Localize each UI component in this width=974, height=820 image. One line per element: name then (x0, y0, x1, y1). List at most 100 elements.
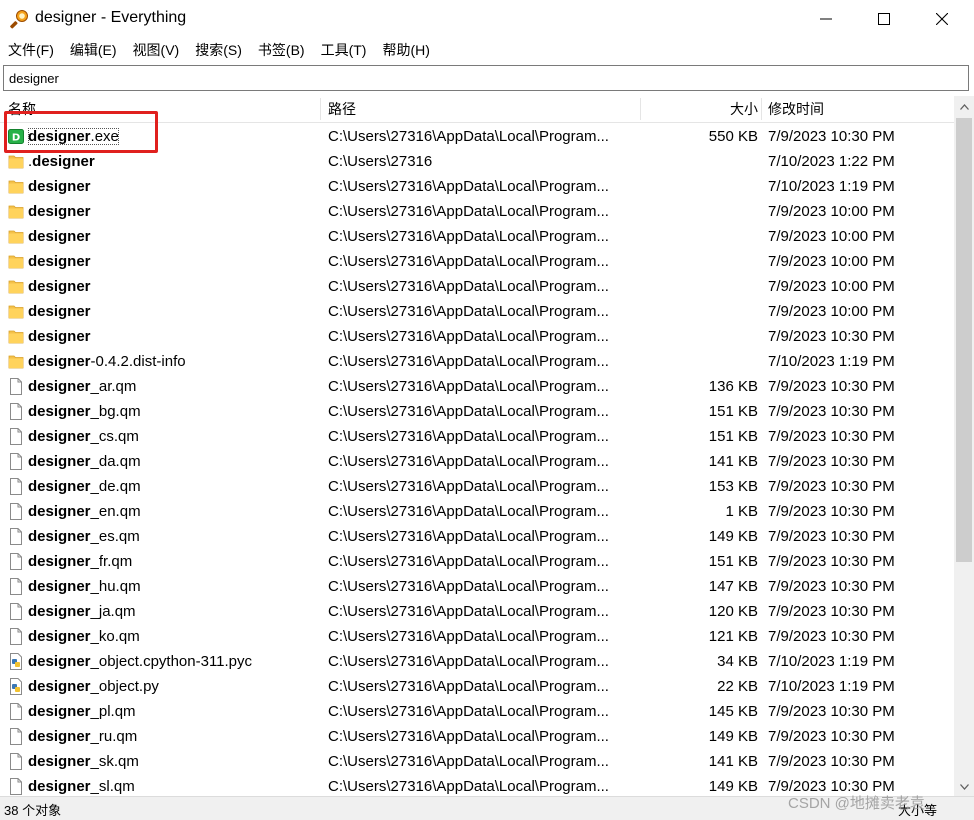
file-icon (8, 428, 24, 445)
row-path: C:\Users\27316 (328, 153, 433, 170)
menu-tools[interactable]: 工具(T) (313, 38, 375, 62)
table-row[interactable]: designer_ru.qm C:\Users\27316\AppData\Loc… (0, 724, 954, 749)
menu-file[interactable]: 文件(F) (0, 38, 62, 62)
menu-view[interactable]: 视图(V) (125, 38, 188, 62)
table-row[interactable]: designer-0.4.2.dist-info C:\Users\27316\A… (0, 349, 954, 374)
table-row[interactable]: .designer C:\Users\27316 7/10/2023 1:22 PM (0, 149, 954, 174)
table-row[interactable]: designer_ar.qm C:\Users\27316\AppData\Loc… (0, 374, 954, 399)
table-row[interactable]: designer C:\Users\27316\AppData\Local\Pro… (0, 174, 954, 199)
menu-bookmarks[interactable]: 书签(B) (250, 38, 313, 62)
table-row[interactable]: designer_da.qm C:\Users\27316\AppData\Loc… (0, 449, 954, 474)
column-divider[interactable] (320, 98, 321, 120)
row-size (640, 299, 758, 324)
row-name: designer_de.qm (28, 478, 141, 495)
folder-icon (8, 178, 24, 195)
row-path: C:\Users\27316\AppData\Local\Program... (328, 503, 609, 520)
menu-search[interactable]: 搜索(S) (187, 38, 250, 62)
file-icon (8, 478, 24, 495)
scroll-thumb[interactable] (956, 118, 972, 562)
row-path: C:\Users\27316\AppData\Local\Program... (328, 228, 609, 245)
column-divider[interactable] (761, 98, 762, 120)
row-modified: 7/9/2023 10:30 PM (768, 553, 895, 570)
table-row[interactable]: designer_en.qm C:\Users\27316\AppData\Loc… (0, 499, 954, 524)
table-row[interactable]: designer_cs.qm C:\Users\27316\AppData\Loc… (0, 424, 954, 449)
row-modified: 7/9/2023 10:00 PM (768, 278, 895, 295)
row-name: designer_sl.qm (28, 778, 135, 795)
search-input[interactable] (4, 66, 968, 90)
table-row[interactable]: designer_ko.qm C:\Users\27316\AppData\Loc… (0, 624, 954, 649)
row-modified: 7/9/2023 10:00 PM (768, 303, 895, 320)
row-path: C:\Users\27316\AppData\Local\Program... (328, 553, 609, 570)
row-path: C:\Users\27316\AppData\Local\Program... (328, 203, 609, 220)
table-row[interactable]: designer C:\Users\27316\AppData\Local\Pro… (0, 224, 954, 249)
vertical-scrollbar[interactable] (954, 96, 974, 796)
row-name: designer_hu.qm (28, 578, 141, 595)
row-size (640, 174, 758, 199)
window-title: designer - Everything (35, 9, 187, 26)
row-path: C:\Users\27316\AppData\Local\Program... (328, 778, 609, 795)
file-icon (8, 553, 24, 570)
table-row[interactable]: Ddesigner.exe C:\Users\27316\AppData\Loca… (0, 124, 954, 149)
row-size: 147 KB (708, 578, 758, 595)
table-row[interactable]: designer C:\Users\27316\AppData\Local\Pro… (0, 299, 954, 324)
table-row[interactable]: designer_ja.qm C:\Users\27316\AppData\Loc… (0, 599, 954, 624)
maximize-button[interactable] (861, 0, 907, 38)
folder-icon (8, 203, 24, 220)
menu-help[interactable]: 帮助(H) (374, 38, 437, 62)
table-row[interactable]: designer_object.py C:\Users\27316\AppData… (0, 674, 954, 699)
close-button[interactable] (919, 0, 965, 38)
scroll-down-button[interactable] (954, 776, 974, 796)
table-row[interactable]: designer_bg.qm C:\Users\27316\AppData\Loc… (0, 399, 954, 424)
scroll-up-button[interactable] (954, 96, 974, 116)
everything-app-icon (10, 9, 30, 29)
row-path: C:\Users\27316\AppData\Local\Program... (328, 603, 609, 620)
row-name: designer_da.qm (28, 453, 141, 470)
table-row[interactable]: designer_pl.qm C:\Users\27316\AppData\Loc… (0, 699, 954, 724)
file-icon (8, 753, 24, 770)
table-row[interactable]: designer_sk.qm C:\Users\27316\AppData\Loc… (0, 749, 954, 774)
row-path: C:\Users\27316\AppData\Local\Program... (328, 453, 609, 470)
table-row[interactable]: designer_hu.qm C:\Users\27316\AppData\Loc… (0, 574, 954, 599)
column-header-size[interactable]: 大小 (640, 96, 758, 122)
row-modified: 7/9/2023 10:00 PM (768, 228, 895, 245)
row-name: designer (28, 253, 91, 270)
column-header-modified[interactable]: 修改时间 (768, 96, 948, 122)
table-row[interactable]: designer_object.cpython-311.pyc C:\Users\… (0, 649, 954, 674)
row-path: C:\Users\27316\AppData\Local\Program... (328, 178, 609, 195)
file-icon (8, 378, 24, 395)
row-size (640, 324, 758, 349)
row-name: designer_bg.qm (28, 403, 141, 420)
row-modified: 7/9/2023 10:30 PM (768, 403, 895, 420)
file-icon (8, 503, 24, 520)
row-size: 149 KB (708, 528, 758, 545)
file-icon (8, 603, 24, 620)
row-path: C:\Users\27316\AppData\Local\Program... (328, 753, 609, 770)
minimize-icon (820, 13, 832, 25)
row-size (640, 199, 758, 224)
table-row[interactable]: designer_es.qm C:\Users\27316\AppData\Loc… (0, 524, 954, 549)
folder-icon (8, 153, 24, 170)
row-modified: 7/10/2023 1:19 PM (768, 353, 895, 370)
table-row[interactable]: designer C:\Users\27316\AppData\Local\Pro… (0, 249, 954, 274)
menu-edit[interactable]: 编辑(E) (62, 38, 125, 62)
row-size: 149 KB (708, 728, 758, 745)
column-header-path[interactable]: 路径 (328, 96, 628, 122)
row-path: C:\Users\27316\AppData\Local\Program... (328, 728, 609, 745)
row-name: designer_fr.qm (28, 553, 133, 570)
table-row[interactable]: designer C:\Users\27316\AppData\Local\Pro… (0, 274, 954, 299)
table-row[interactable]: designer_de.qm C:\Users\27316\AppData\Loc… (0, 474, 954, 499)
file-icon (8, 453, 24, 470)
row-name: designer.exe (28, 128, 119, 145)
table-row[interactable]: designer C:\Users\27316\AppData\Local\Pro… (0, 324, 954, 349)
row-size: 145 KB (708, 703, 758, 720)
row-modified: 7/9/2023 10:30 PM (768, 478, 895, 495)
row-path: C:\Users\27316\AppData\Local\Program... (328, 678, 609, 695)
table-row[interactable]: designer_fr.qm C:\Users\27316\AppData\Loc… (0, 549, 954, 574)
folder-icon (8, 303, 24, 320)
row-size (640, 149, 758, 174)
column-header-name[interactable]: 名称 (8, 96, 318, 122)
minimize-button[interactable] (803, 0, 849, 38)
row-name: designer_ru.qm (28, 728, 138, 745)
table-row[interactable]: designer C:\Users\27316\AppData\Local\Pro… (0, 199, 954, 224)
row-path: C:\Users\27316\AppData\Local\Program... (328, 428, 609, 445)
